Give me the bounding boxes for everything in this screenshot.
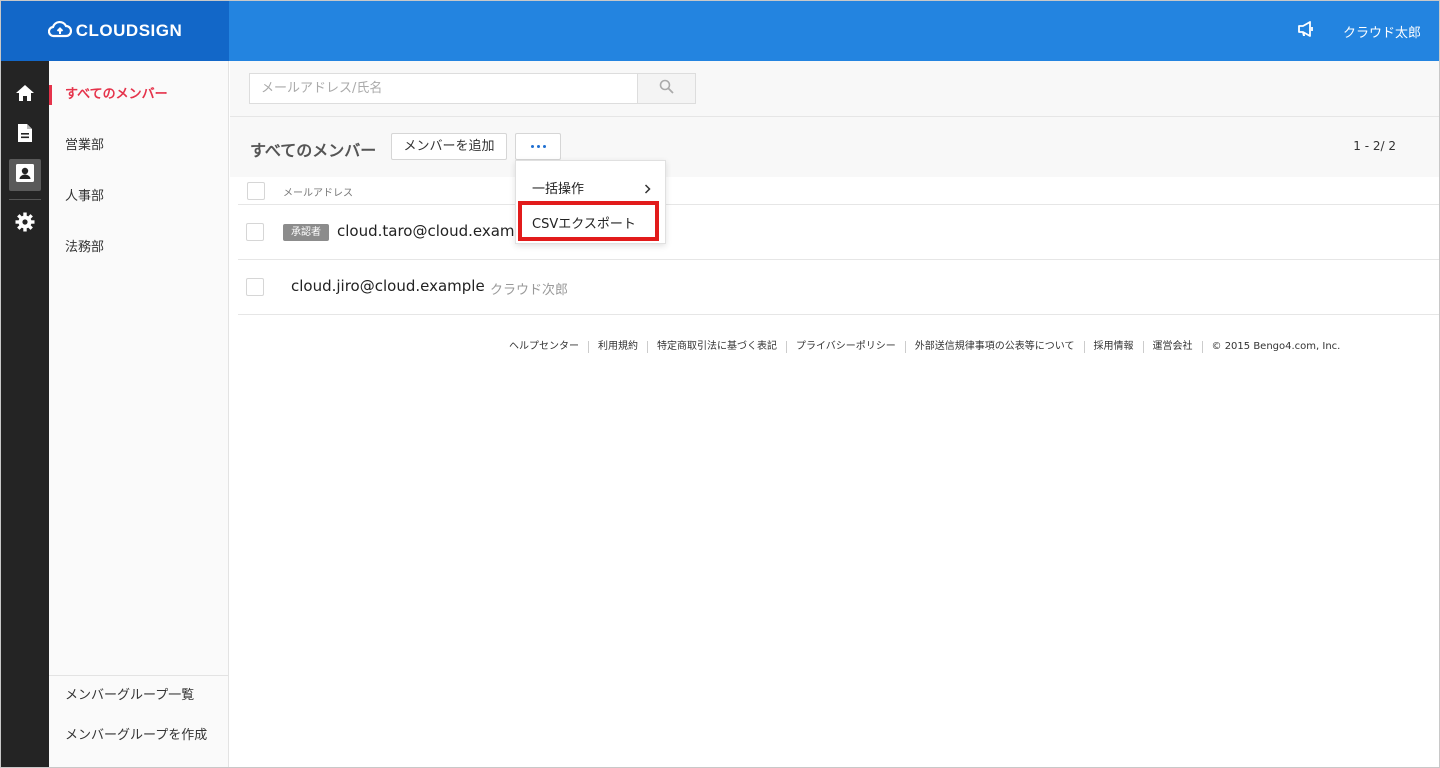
group-sidebar: すべてのメンバー 営業部 人事部 法務部 メンバーグループ一覧 メンバーグループ…	[49, 61, 229, 767]
footer-link-external[interactable]: 外部送信規律事項の公表等について	[904, 341, 1084, 353]
footer-link-careers[interactable]: 採用情報	[1083, 341, 1143, 353]
group-item-sales[interactable]: 営業部	[49, 128, 228, 164]
more-dot	[542, 145, 546, 148]
group-list-link[interactable]: メンバーグループ一覧	[49, 676, 228, 716]
brand-logo: CLOUDSIGN	[47, 20, 183, 43]
rail-divider	[9, 199, 41, 200]
rail-home[interactable]	[9, 79, 41, 111]
member-email[interactable]: cloud.jiro@cloud.example	[291, 277, 485, 295]
member-name: クラウド次郎	[490, 283, 569, 298]
top-header: CLOUDSIGN クラウド太郎	[1, 1, 1439, 61]
table-header: メールアドレス	[238, 177, 1439, 205]
search-icon	[659, 79, 674, 98]
table-row[interactable]: 承認者 cloud.taro@cloud.examp	[238, 205, 1439, 260]
bulk-actions-item[interactable]: 一括操作	[532, 178, 584, 197]
search-button[interactable]	[637, 73, 696, 104]
more-dot	[536, 145, 540, 148]
main-content: メールアドレス/氏名 すべてのメンバー メンバーを追加 1 - 2/ 2 メール…	[230, 61, 1439, 767]
search-bar: メールアドレス/氏名	[230, 61, 1439, 117]
row-checkbox[interactable]	[246, 278, 264, 296]
search-input[interactable]: メールアドレス/氏名	[249, 73, 638, 104]
more-dot	[530, 145, 534, 148]
approver-badge: 承認者	[283, 224, 329, 241]
member-email[interactable]: cloud.taro@cloud.examp	[337, 222, 524, 240]
user-menu[interactable]: クラウド太郎	[1343, 22, 1421, 41]
chevron-right-icon	[644, 179, 651, 198]
footer-link-commerce[interactable]: 特定商取引法に基づく表記	[647, 341, 786, 353]
group-sidebar-bottom: メンバーグループ一覧 メンバーグループを作成	[49, 675, 228, 756]
member-toolbar: すべてのメンバー メンバーを追加 1 - 2/ 2	[230, 117, 1439, 177]
group-item-hr[interactable]: 人事部	[49, 179, 228, 215]
create-group-link[interactable]: メンバーグループを作成	[49, 716, 228, 756]
brand-area[interactable]: CLOUDSIGN	[1, 1, 229, 61]
add-member-button[interactable]: メンバーを追加	[391, 133, 507, 160]
more-actions-button[interactable]	[515, 133, 561, 160]
megaphone-icon[interactable]	[1297, 21, 1315, 41]
csv-export-highlight	[518, 201, 659, 241]
page-title: すべてのメンバー	[250, 141, 377, 160]
header-right: クラウド太郎	[1297, 1, 1421, 61]
home-icon	[15, 84, 35, 106]
contact-card-icon	[15, 163, 35, 187]
footer-link-privacy[interactable]: プライバシーポリシー	[786, 341, 905, 353]
footer: ヘルプセンター 利用規約 特定商取引法に基づく表記 プライバシーポリシー 外部送…	[509, 340, 1349, 354]
brand-name: CLOUDSIGN	[75, 21, 183, 40]
icon-rail	[1, 61, 49, 767]
cloud-logo-icon	[47, 20, 72, 43]
footer-copyright: © 2015 Bengo4.com, Inc.	[1201, 341, 1350, 353]
row-checkbox[interactable]	[246, 223, 264, 241]
footer-link-terms[interactable]: 利用規約	[588, 341, 647, 353]
document-icon	[17, 123, 33, 147]
pagination-count: 1 - 2/ 2	[1353, 139, 1396, 153]
gear-icon	[15, 212, 35, 236]
app-window: CLOUDSIGN クラウド太郎 すべてのメンバー 営業部 人事部 法務部 メン…	[0, 0, 1440, 768]
group-item-legal[interactable]: 法務部	[49, 230, 228, 266]
table-row[interactable]: cloud.jiro@cloud.example クラウド次郎	[238, 260, 1439, 315]
footer-link-company[interactable]: 運営会社	[1142, 341, 1202, 353]
select-all-checkbox[interactable]	[247, 182, 265, 200]
rail-members[interactable]	[9, 159, 41, 191]
footer-link-help[interactable]: ヘルプセンター	[509, 341, 588, 353]
rail-documents[interactable]	[9, 119, 41, 151]
group-item-all[interactable]: すべてのメンバー	[49, 77, 228, 113]
column-header-email: メールアドレス	[283, 188, 353, 199]
rail-settings[interactable]	[9, 208, 41, 240]
